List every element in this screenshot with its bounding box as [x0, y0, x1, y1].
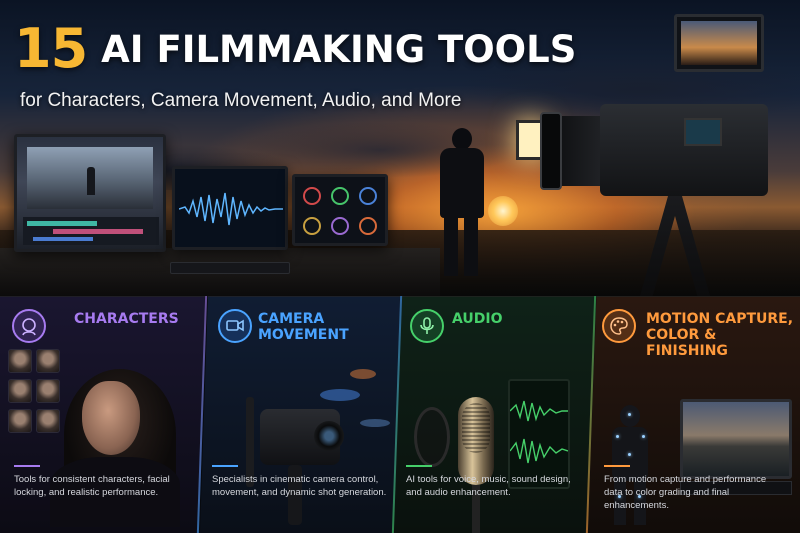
editing-timeline [23, 217, 159, 245]
panel-description: From motion capture and performance data… [604, 474, 767, 511]
category-panels: CHARACTERS Tools for consistent characte… [0, 296, 800, 533]
sunset-sun [488, 196, 518, 226]
panel-camera-movement: CAMERA MOVEMENT Specialists in cinematic… [200, 296, 400, 533]
title-number: 15 [14, 17, 88, 80]
filmmaker-silhouette [452, 128, 472, 150]
audio-image [394, 349, 594, 533]
color-scopes-monitor [292, 174, 388, 246]
microphone-icon [410, 309, 444, 343]
panel-description: AI tools for voice, music, sound design,… [406, 474, 571, 498]
page-subtitle: for Characters, Camera Movement, Audio, … [20, 90, 462, 111]
pop-filter [414, 407, 450, 467]
panel-heading: AUDIO [452, 311, 503, 327]
panel-motion-capture: MOTION CAPTURE, COLOR & FINISHING From m… [588, 296, 800, 533]
palette-brush-icon [602, 309, 636, 343]
panel-description: Tools for consistent characters, facial … [14, 474, 170, 498]
title-text: AI FILMMAKING TOOLS [101, 27, 577, 71]
camera-movement-image [200, 349, 400, 525]
panel-heading: CHARACTERS [74, 311, 179, 327]
panel-audio: AUDIO AI tools for voice, music, sound d… [394, 296, 594, 533]
camera-field-monitor [674, 14, 764, 72]
editing-monitor [14, 134, 166, 252]
motion-capture-image [588, 349, 800, 525]
face-icon [12, 309, 46, 343]
camera-movement-icon [218, 309, 252, 343]
color-grading-monitor [680, 399, 792, 479]
keyboard [170, 262, 290, 274]
camera-status-screen [684, 118, 722, 146]
page-title: 15 AI FILMMAKING TOOLS [14, 22, 576, 76]
panel-heading: MOTION CAPTURE, COLOR & FINISHING [646, 311, 794, 359]
panel-heading: CAMERA MOVEMENT [258, 311, 349, 343]
waveform-graphic [179, 192, 283, 226]
hero-banner: 15 AI FILMMAKING TOOLS for Characters, C… [0, 0, 800, 296]
audio-waveform-monitor [172, 166, 288, 250]
panel-characters: CHARACTERS Tools for consistent characte… [0, 296, 205, 533]
panel-description: Specialists in cinematic camera control,… [212, 474, 387, 498]
monitor-person-figure [87, 167, 95, 195]
characters-image [0, 349, 205, 527]
